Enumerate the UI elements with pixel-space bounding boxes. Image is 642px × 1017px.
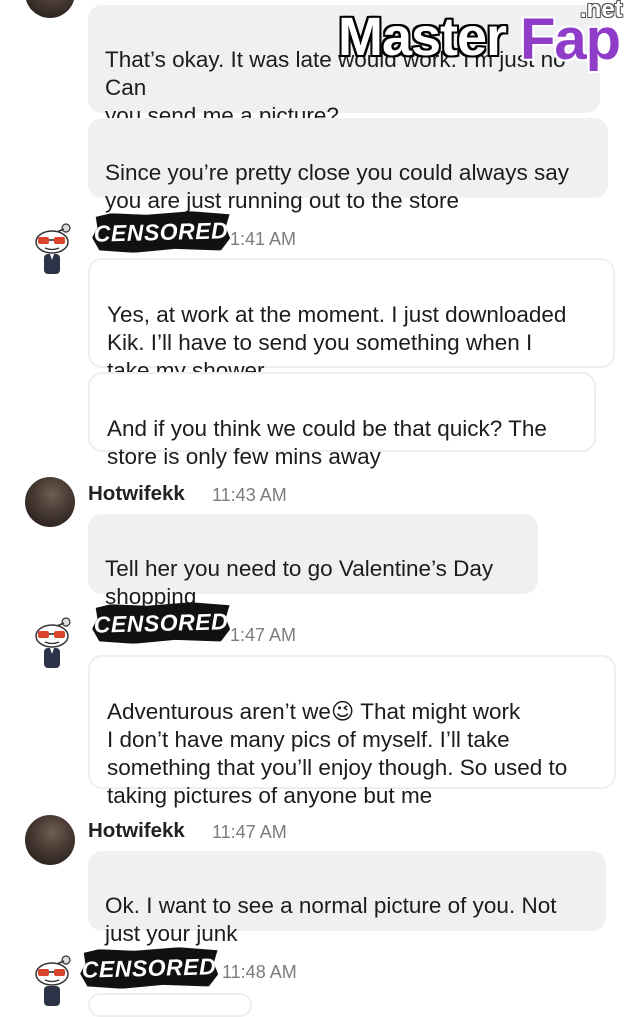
timestamp: 11:48 AM <box>222 962 297 982</box>
message-text: And if you think we could be that quick?… <box>107 416 547 469</box>
message-bubble: Ok. I want to see a normal picture of yo… <box>88 851 606 946</box>
message-text: Ok. I want to see a normal picture of yo… <box>105 893 557 946</box>
watermark-master: Master <box>338 7 507 67</box>
avatar[interactable] <box>25 477 75 527</box>
watermark-net: .net <box>580 0 623 23</box>
message-text: Since you’re pretty close you could alwa… <box>105 160 569 213</box>
message-bubble-partial <box>88 993 252 1017</box>
avatar[interactable] <box>25 815 75 865</box>
censored-username: CENSORED <box>80 946 219 990</box>
avatar[interactable] <box>25 0 75 18</box>
username[interactable]: Hotwifekk <box>88 482 185 506</box>
message-bubble: Tell her you need to go Valentine’s Day … <box>88 514 538 637</box>
snoo-avatar-icon[interactable] <box>26 614 78 672</box>
message-bubble: And if you think we could be that quick?… <box>88 372 596 469</box>
emoji-wink: 😉 <box>330 699 355 724</box>
censored-username: CENSORED <box>92 210 231 254</box>
message-bubble: Yes, at work at the moment. I just downl… <box>88 258 615 383</box>
snoo-avatar-icon[interactable] <box>26 952 78 1010</box>
censored-username: CENSORED <box>92 601 231 645</box>
username[interactable]: Hotwifekk <box>88 819 185 843</box>
snoo-avatar-icon[interactable] <box>26 220 78 278</box>
timestamp: 1:47 AM <box>230 625 297 645</box>
timestamp: 11:47 AM <box>212 822 287 842</box>
message-bubble: Since you’re pretty close you could alwa… <box>88 118 608 213</box>
timestamp: 11:43 AM <box>212 485 287 505</box>
message-text: Tell her you need to go Valentine’s Day … <box>105 556 494 609</box>
timestamp: 1:41 AM <box>230 229 297 249</box>
message-text: Yes, at work at the moment. I just downl… <box>107 302 567 383</box>
message-text: Adventurous aren’t we <box>107 699 331 724</box>
message-bubble: Adventurous aren’t we😉 That might work I… <box>88 655 616 808</box>
